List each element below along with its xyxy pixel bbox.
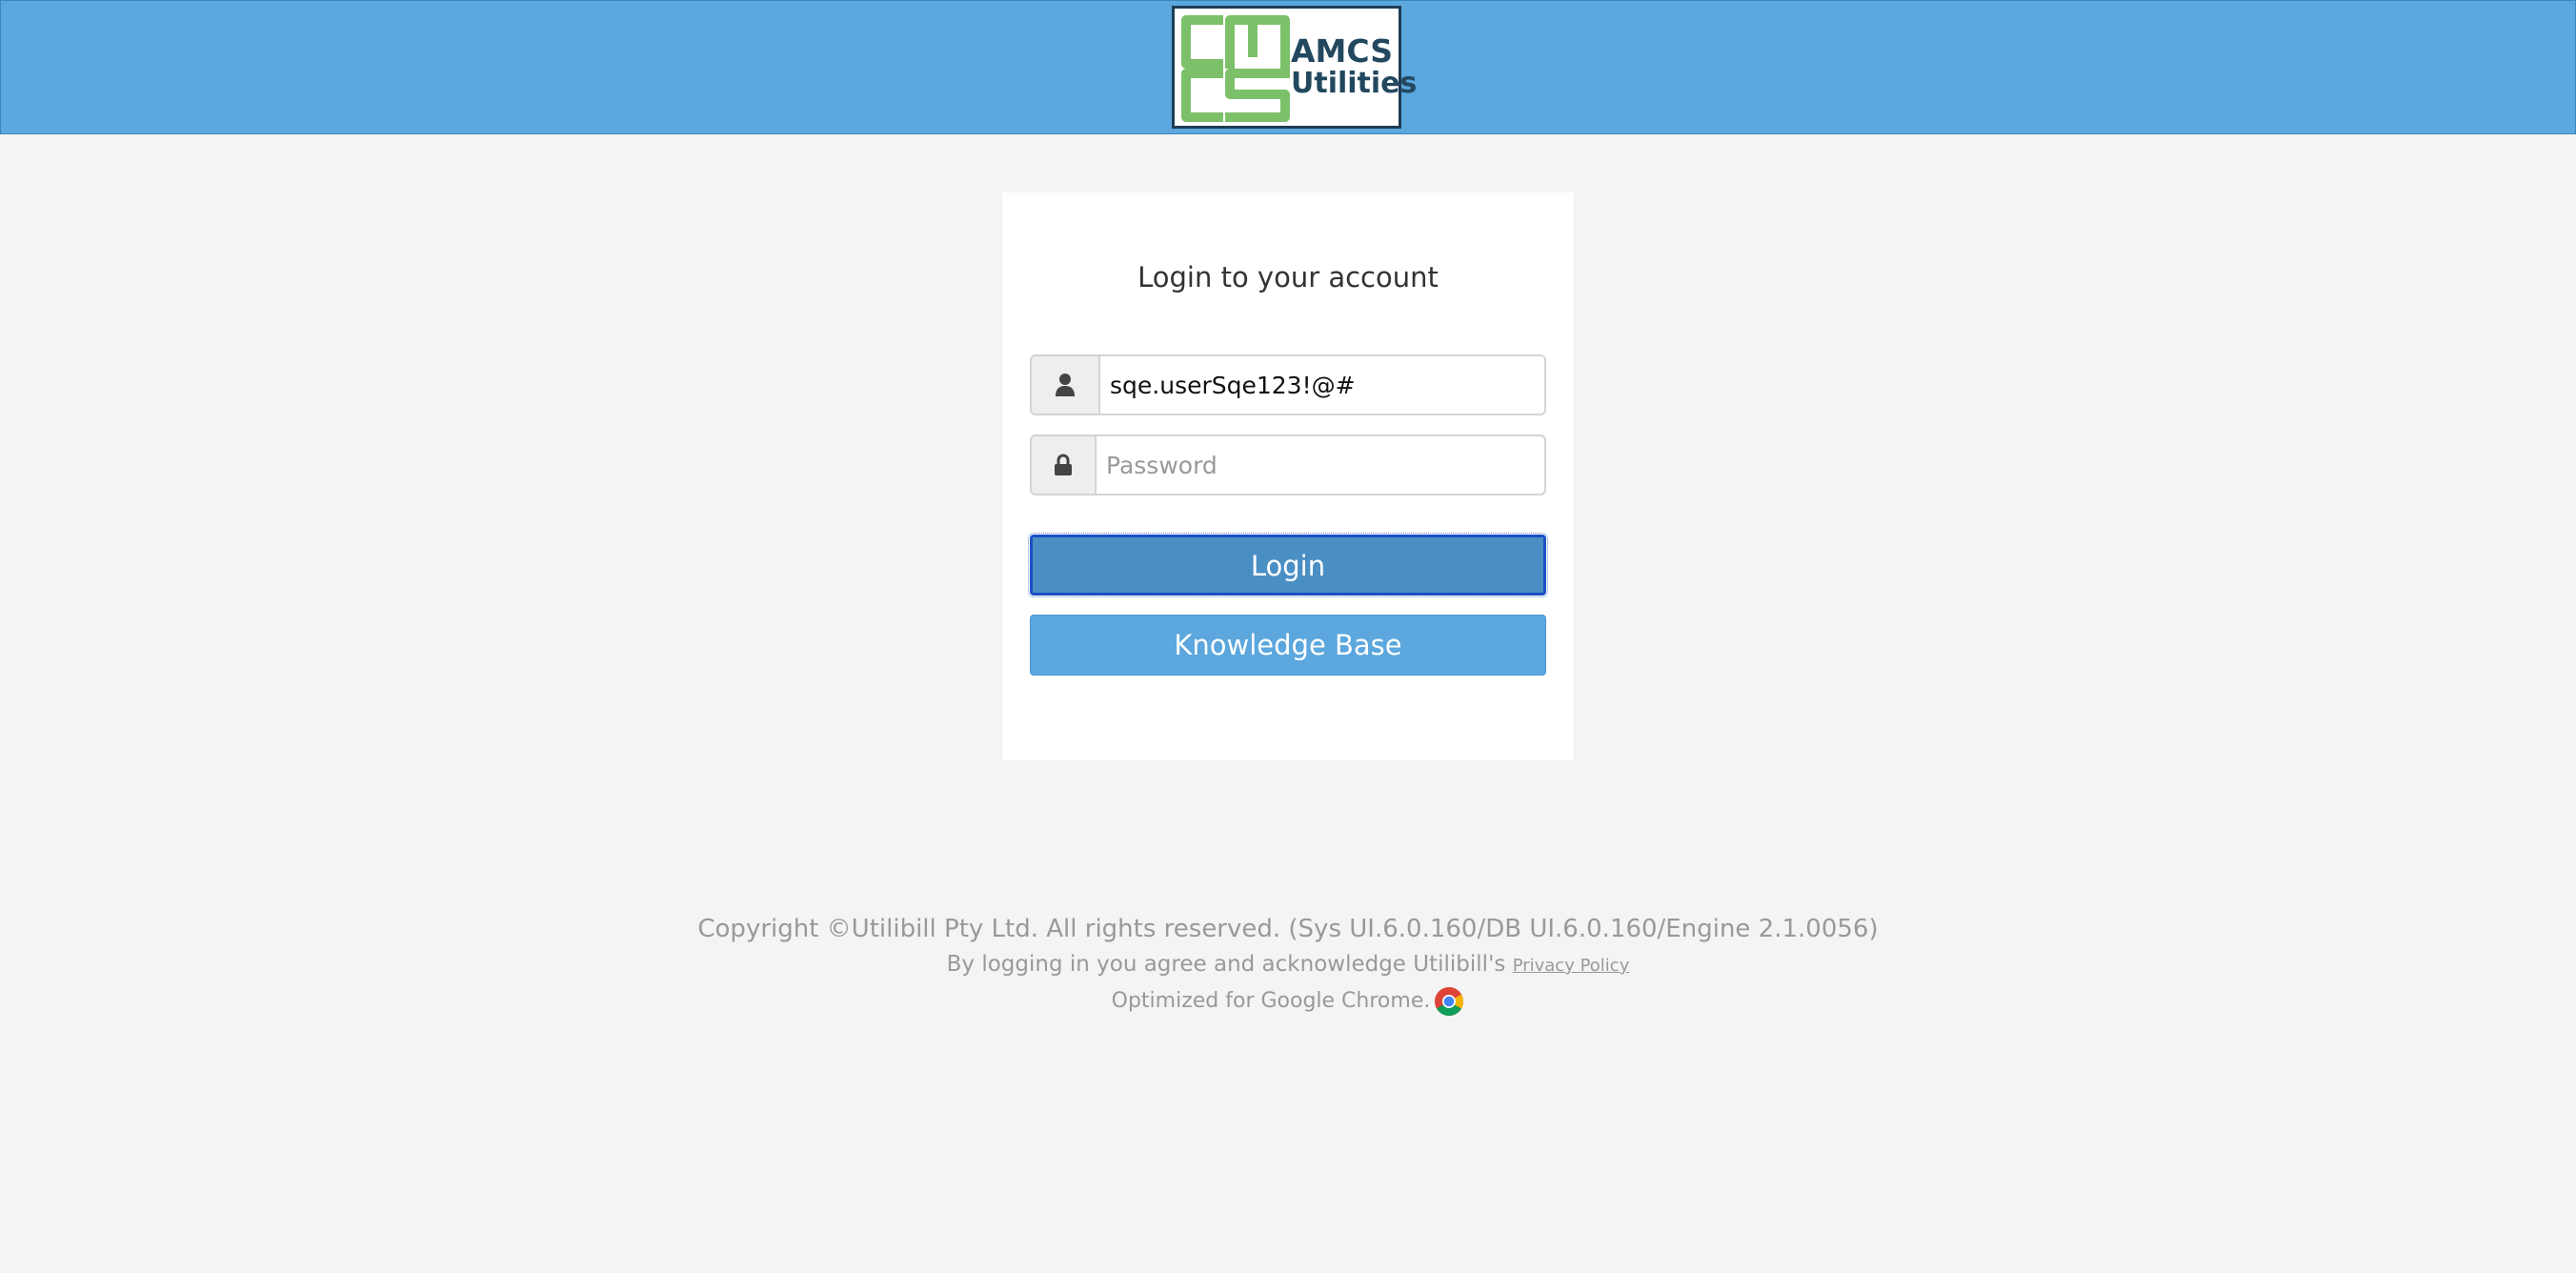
login-button[interactable]: Login <box>1028 533 1548 597</box>
logo-line-2: Utilities <box>1291 67 1418 100</box>
privacy-policy-link[interactable]: Privacy Policy <box>1513 956 1630 976</box>
optimized-line: Optimized for Google Chrome. <box>0 982 2576 1020</box>
logo-line-1: AMCS <box>1291 32 1393 70</box>
username-input[interactable] <box>1100 356 1544 414</box>
password-addon <box>1032 436 1097 494</box>
amcs-logo-mark-icon <box>1181 15 1290 122</box>
login-card: Login to your account Login Knowledge Ba… <box>1002 192 1574 760</box>
top-header-bar: AMCS Utilities <box>0 0 2576 134</box>
logo-text: AMCS Utilities <box>1291 35 1417 100</box>
amcs-utilities-logo: AMCS Utilities <box>1172 6 1417 129</box>
agreement-line: By logging in you agree and acknowledge … <box>0 948 2576 982</box>
footer: Copyright ©Utilibill Pty Ltd. All rights… <box>0 910 2576 1020</box>
password-input[interactable] <box>1097 436 1540 494</box>
password-input-group <box>1030 434 1546 495</box>
copyright-text: Copyright ©Utilibill Pty Ltd. All rights… <box>697 915 1879 943</box>
knowledge-base-button[interactable]: Knowledge Base <box>1030 615 1546 676</box>
user-icon <box>1056 374 1075 396</box>
chrome-icon <box>1435 987 1464 1017</box>
username-input-group <box>1030 354 1546 415</box>
agreement-text: By logging in you agree and acknowledge … <box>946 952 1506 977</box>
optimized-text: Optimized for Google Chrome. <box>1111 989 1431 1013</box>
username-addon <box>1032 356 1100 414</box>
login-title: Login to your account <box>1137 261 1439 293</box>
lock-icon <box>1055 454 1072 475</box>
